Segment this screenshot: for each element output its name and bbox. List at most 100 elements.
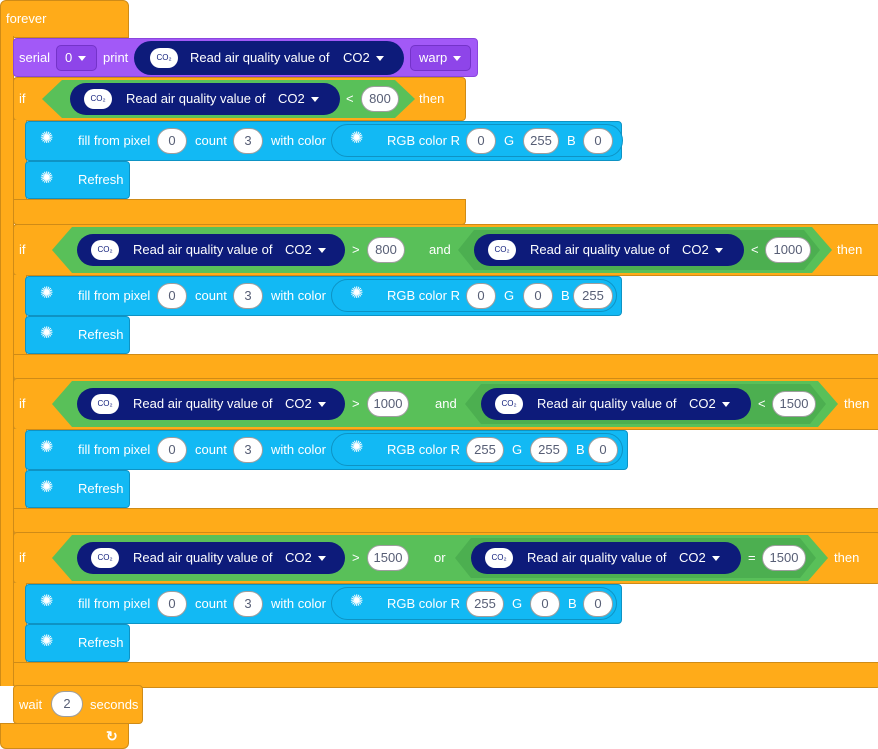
reporter-text: Read air quality value of <box>133 396 273 411</box>
fill-label: fill from pixel <box>78 288 151 303</box>
refresh-label: Refresh <box>78 481 124 496</box>
threshold-input[interactable]: 1000 <box>765 237 811 263</box>
blue-input[interactable]: 0 <box>583 591 613 617</box>
blue-input[interactable]: 0 <box>583 128 613 154</box>
co2-cloud-icon: CO₂ <box>150 48 178 68</box>
threshold-input[interactable]: 1500 <box>762 545 806 571</box>
count-label: count <box>195 442 227 457</box>
count-input[interactable]: 3 <box>233 128 263 154</box>
fill-label: fill from pixel <box>78 133 151 148</box>
if-label: if <box>19 242 26 257</box>
rgb-label: RGB color R <box>387 288 460 303</box>
g-label: G <box>512 442 523 457</box>
serial-port-dropdown[interactable]: 0 <box>56 45 97 71</box>
pixel-input[interactable]: 0 <box>157 591 187 617</box>
gas-dropdown[interactable]: CO2 <box>285 242 326 258</box>
led-light-icon: ✺ <box>40 170 54 187</box>
if-end <box>13 508 878 534</box>
count-input[interactable]: 3 <box>233 591 263 617</box>
wait-seconds-input[interactable]: 2 <box>51 691 83 717</box>
led-light-icon: ✺ <box>40 285 54 302</box>
gas-value: CO2 <box>682 242 709 257</box>
g-label: G <box>504 133 515 148</box>
threshold-input[interactable]: 800 <box>361 86 399 112</box>
red-input[interactable]: 0 <box>466 128 496 154</box>
logic-operator: and <box>435 396 457 411</box>
g-label: G <box>512 596 523 611</box>
serial-label: serial <box>19 50 51 65</box>
red-input[interactable]: 255 <box>466 591 504 617</box>
if-label: if <box>19 396 26 411</box>
comparison-operator: > <box>352 396 360 411</box>
co2-cloud-icon: CO₂ <box>495 394 523 414</box>
co2-cloud-icon: CO₂ <box>91 394 119 414</box>
then-label: then <box>834 550 860 565</box>
if-label: if <box>19 550 26 565</box>
comparison-operator: < <box>751 242 759 257</box>
green-input[interactable]: 255 <box>530 437 568 463</box>
then-label: then <box>844 396 870 411</box>
loop-arrow-icon: ↻ <box>106 728 118 744</box>
then-label: then <box>419 91 445 106</box>
chevron-down-icon <box>711 556 720 562</box>
comparison-operator: > <box>352 242 360 257</box>
led-light-icon: ✺ <box>350 130 364 147</box>
gas-dropdown[interactable]: CO2 <box>285 550 326 566</box>
gas-dropdown[interactable]: CO2 <box>679 550 720 566</box>
comparison-operator: < <box>758 396 766 411</box>
led-light-icon: ✺ <box>40 479 54 496</box>
b-label: B <box>568 596 577 611</box>
count-input[interactable]: 3 <box>233 437 263 463</box>
blue-input[interactable]: 0 <box>588 437 618 463</box>
gas-value: CO2 <box>278 91 305 106</box>
pixel-input[interactable]: 0 <box>157 437 187 463</box>
chevron-down-icon <box>453 56 462 62</box>
with-color-label: with color <box>271 596 326 611</box>
comparison-operator: < <box>346 91 354 106</box>
logic-operator: or <box>434 550 446 565</box>
reporter-text: Read air quality value of <box>133 242 273 257</box>
gas-dropdown[interactable]: CO2 <box>278 91 319 107</box>
chevron-down-icon <box>375 56 384 62</box>
wait-label: wait <box>19 697 43 712</box>
gas-value: CO2 <box>285 550 312 565</box>
led-light-icon: ✺ <box>350 285 364 302</box>
if-label: if <box>19 91 26 106</box>
gas-value: CO2 <box>343 50 370 65</box>
gas-value: CO2 <box>285 396 312 411</box>
rgb-label: RGB color R <box>387 596 460 611</box>
b-label: B <box>576 442 585 457</box>
green-input[interactable]: 0 <box>523 283 553 309</box>
chevron-down-icon <box>310 97 319 103</box>
gas-value: CO2 <box>689 396 716 411</box>
led-light-icon: ✺ <box>40 593 54 610</box>
comparison-operator: = <box>748 550 756 565</box>
green-input[interactable]: 0 <box>530 591 560 617</box>
pixel-input[interactable]: 0 <box>157 128 187 154</box>
forever-arm <box>0 36 14 686</box>
forever-label: forever <box>6 11 47 26</box>
threshold-input[interactable]: 1500 <box>772 391 816 417</box>
rgb-label: RGB color R <box>387 133 460 148</box>
reporter-text: Read air quality value of <box>126 91 266 106</box>
green-input[interactable]: 255 <box>523 128 559 154</box>
threshold-input[interactable]: 800 <box>367 237 405 263</box>
gas-dropdown[interactable]: CO2 <box>343 50 384 66</box>
gas-dropdown[interactable]: CO2 <box>682 242 723 258</box>
count-label: count <box>195 133 227 148</box>
refresh-label: Refresh <box>78 172 124 187</box>
gas-dropdown[interactable]: CO2 <box>689 396 730 412</box>
with-color-label: with color <box>271 442 326 457</box>
pixel-input[interactable]: 0 <box>157 283 187 309</box>
red-input[interactable]: 255 <box>466 437 504 463</box>
count-input[interactable]: 3 <box>233 283 263 309</box>
threshold-input[interactable]: 1000 <box>367 391 409 417</box>
refresh-label: Refresh <box>78 635 124 650</box>
gas-dropdown[interactable]: CO2 <box>285 396 326 412</box>
mode-dropdown[interactable]: warp <box>410 45 471 71</box>
red-input[interactable]: 0 <box>466 283 496 309</box>
threshold-input[interactable]: 1500 <box>367 545 409 571</box>
b-label: B <box>567 133 576 148</box>
blue-input[interactable]: 255 <box>573 283 613 309</box>
b-label: B <box>561 288 570 303</box>
